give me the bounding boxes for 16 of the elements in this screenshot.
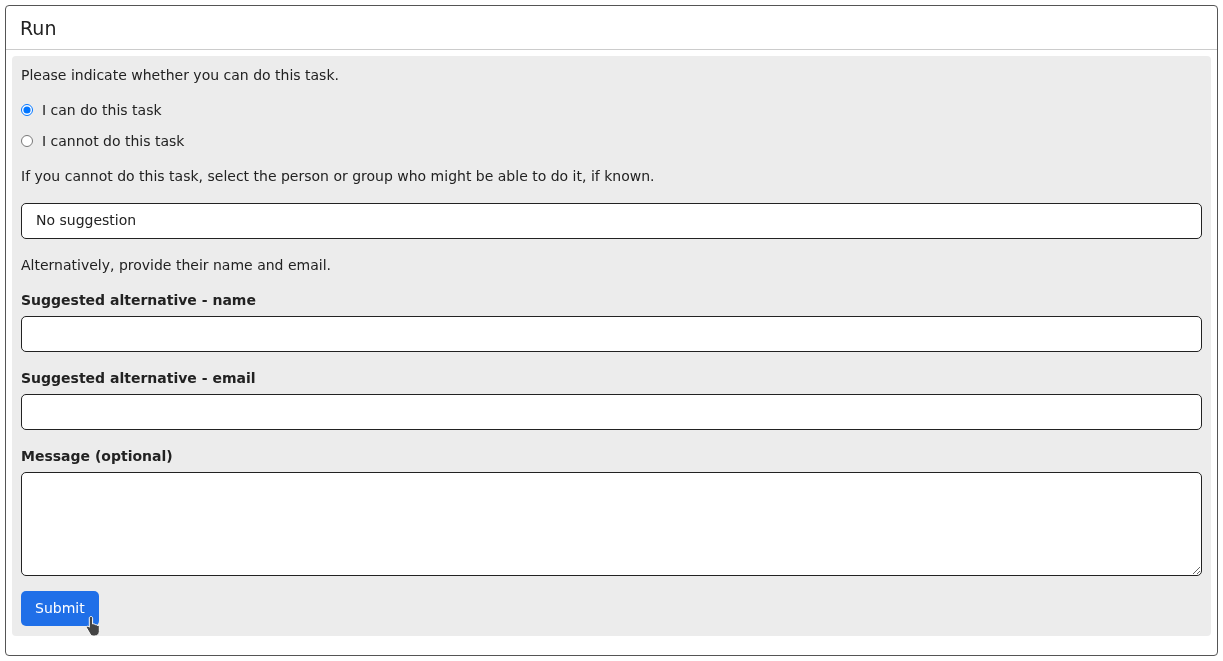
message-field[interactable] (21, 471, 1202, 576)
instruction-text: If you cannot do this task, select the person or group who might be able to do it, if known. (21, 166, 656, 186)
field-label: Suggested alternative - email (21, 368, 257, 388)
suggestion-select[interactable]: No suggestion (21, 202, 1202, 239)
radio-button[interactable] (21, 135, 33, 147)
field-label: Message (optional) (21, 446, 174, 466)
submit-button[interactable]: Submit (21, 590, 99, 626)
instruction-text: Please indicate whether you can do this task. (21, 65, 340, 85)
radio-label: I cannot do this task (42, 131, 185, 151)
card-title: Run (6, 6, 1217, 50)
instruction-text: Alternatively, provide their name and email. (21, 255, 332, 275)
field-label: Suggested alternative - name (21, 290, 257, 310)
radio-label: I can do this task (42, 100, 162, 120)
input-field[interactable] (21, 393, 1202, 430)
radio-button[interactable] (21, 104, 33, 116)
input-field[interactable] (21, 315, 1202, 352)
